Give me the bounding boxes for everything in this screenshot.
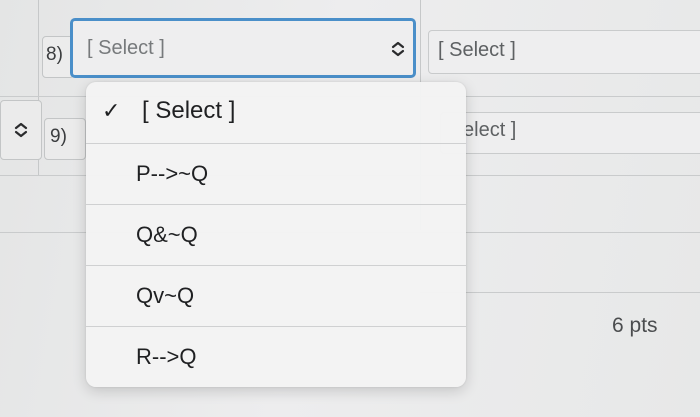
chevron-updown-icon — [14, 122, 28, 138]
dropdown-option[interactable]: Qv~Q — [86, 265, 466, 326]
answer-select-8-right[interactable]: [ Select ] — [428, 30, 700, 74]
answer-select-9-right[interactable]: elect ] — [440, 112, 700, 154]
dropdown-option[interactable]: R-->Q — [86, 326, 466, 387]
question-number: 8) — [46, 44, 63, 65]
dropdown-option-label: R-->Q — [136, 344, 197, 369]
dropdown-option-select[interactable]: ✓ [ Select ] — [86, 82, 466, 143]
dropdown-option-label: P-->~Q — [136, 161, 209, 186]
select-value: [ Select ] — [87, 37, 165, 59]
checkmark-icon: ✓ — [102, 98, 121, 123]
dropdown-option-label: Q&~Q — [136, 222, 198, 247]
chevron-updown-icon — [391, 41, 405, 57]
dropdown-option-label: Qv~Q — [136, 283, 195, 308]
dropdown-option[interactable]: Q&~Q — [86, 204, 466, 265]
select-dropdown-menu[interactable]: ✓ [ Select ] P-->~Q Q&~Q Qv~Q R-->Q — [86, 82, 466, 387]
points-label: 6 pts — [612, 314, 658, 337]
dropdown-option-label: [ Select ] — [142, 97, 236, 124]
answer-select-8[interactable]: [ Select ] — [70, 18, 416, 78]
question-number: 9) — [50, 126, 67, 147]
left-select-stepper[interactable] — [0, 100, 42, 160]
select-value: [ Select ] — [438, 39, 516, 61]
select-value: elect ] — [463, 119, 517, 141]
dropdown-option[interactable]: P-->~Q — [86, 143, 466, 204]
